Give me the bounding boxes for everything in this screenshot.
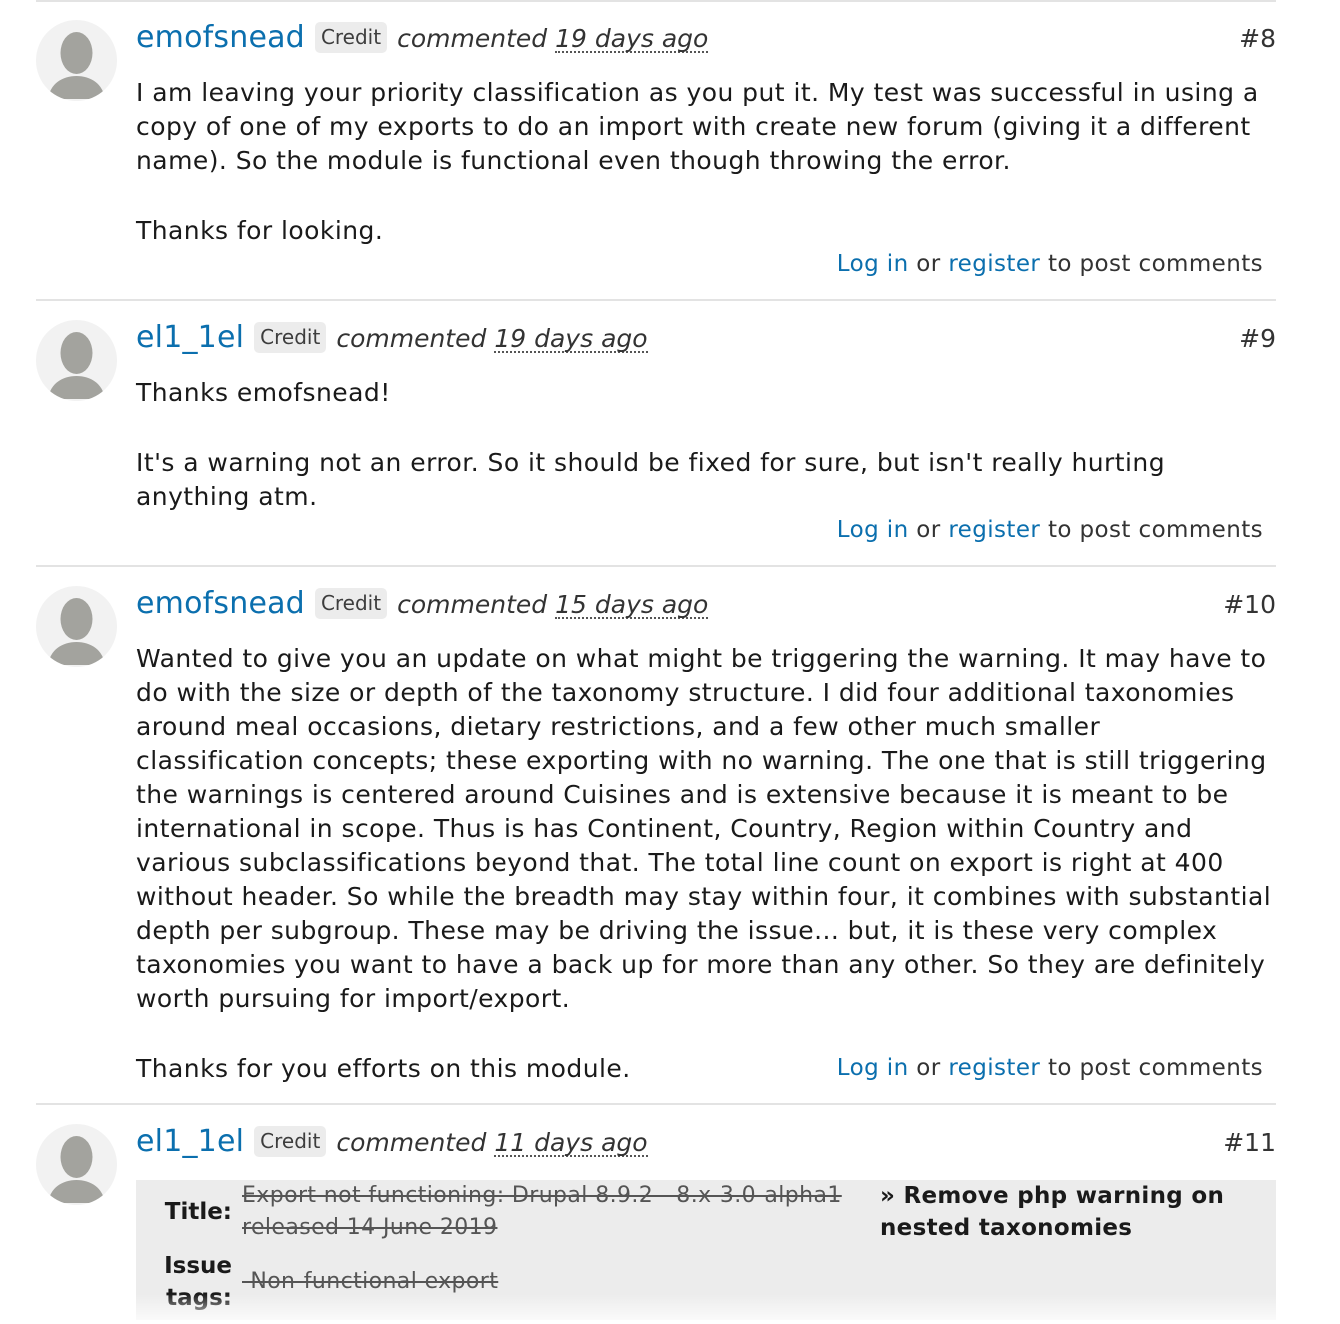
register-link[interactable]: register — [948, 251, 1040, 277]
comment-9: el1_1el Credit commented 19 days ago #9 … — [36, 320, 1276, 566]
comment-verb: commented — [397, 590, 548, 619]
avatar[interactable] — [36, 20, 117, 101]
avatar[interactable] — [36, 586, 117, 667]
comment-paragraph: Thanks for looking. — [136, 216, 384, 245]
comment-number[interactable]: #9 — [1239, 324, 1276, 353]
comment-paragraph: Wanted to give you an update on what mig… — [136, 644, 1272, 1013]
comment-paragraph: I am leaving your priority classificatio… — [136, 78, 1259, 175]
post-comments-links: Log in or register to post comments — [837, 1055, 1263, 1081]
or-text: or — [916, 251, 941, 277]
author-link[interactable]: el1_1el — [136, 1124, 244, 1159]
credit-badge[interactable]: Credit — [254, 1126, 327, 1157]
divider — [36, 0, 1276, 2]
author-link[interactable]: el1_1el — [136, 320, 244, 355]
comment-verb: commented — [397, 24, 548, 53]
login-link[interactable]: Log in — [837, 251, 909, 277]
old-title: Export not functioning: Drupal 8.9.2 - 8… — [242, 1183, 842, 1240]
comment-time: 19 days ago — [494, 324, 648, 353]
comment-body: I am leaving your priority classificatio… — [136, 76, 1276, 248]
divider — [36, 1103, 1276, 1105]
register-link[interactable]: register — [948, 517, 1040, 543]
comment-paragraph: It's a warning not an error. So it shoul… — [136, 448, 1166, 511]
comment-header: emofsnead Credit commented 19 days ago — [136, 20, 709, 60]
avatar[interactable] — [36, 320, 117, 401]
login-link[interactable]: Log in — [837, 1055, 909, 1081]
divider — [36, 565, 1276, 567]
author-link[interactable]: emofsnead — [136, 586, 305, 621]
issue-tags-label: Issue tags: — [164, 1253, 232, 1311]
user-silhouette-icon — [48, 598, 105, 665]
removed-tag: -Non-functional export — [242, 1269, 499, 1294]
or-text: or — [916, 517, 941, 543]
comment-time: 11 days ago — [494, 1128, 648, 1157]
comment-header: el1_1el Credit commented 19 days ago — [136, 320, 648, 360]
issue-changes-table: Title: Export not functioning: Drupal 8.… — [136, 1180, 1276, 1320]
post-comments-links: Log in or register to post comments — [837, 517, 1263, 543]
comment-number[interactable]: #8 — [1239, 24, 1276, 53]
credit-badge[interactable]: Credit — [314, 22, 388, 53]
post-comments-text: to post comments — [1047, 517, 1263, 543]
post-comments-text: to post comments — [1047, 1055, 1263, 1081]
comment-8: emofsnead Credit commented 19 days ago #… — [36, 20, 1276, 300]
title-label: Title: — [164, 1199, 232, 1225]
author-link[interactable]: emofsnead — [136, 20, 305, 55]
user-silhouette-icon — [48, 1136, 105, 1203]
credit-badge[interactable]: Credit — [254, 322, 327, 353]
comment-body: Thanks emofsnead! It's a warning not an … — [136, 376, 1276, 514]
credit-badge[interactable]: Credit — [314, 588, 388, 619]
user-silhouette-icon — [48, 32, 105, 99]
login-link[interactable]: Log in — [837, 517, 909, 543]
comment-verb: commented — [336, 324, 487, 353]
new-title: » Remove php warning on nested taxonomie… — [880, 1183, 1225, 1241]
user-silhouette-icon — [48, 332, 105, 399]
comment-verb: commented — [336, 1128, 487, 1157]
comment-10: emofsnead Credit commented 15 days ago #… — [36, 586, 1276, 1104]
comment-paragraph: Thanks emofsnead! — [136, 378, 391, 407]
comment-11: el1_1el Credit commented 11 days ago #11… — [36, 1124, 1276, 1324]
divider — [36, 299, 1276, 301]
comment-number[interactable]: #11 — [1223, 1128, 1276, 1157]
avatar[interactable] — [36, 1124, 117, 1205]
register-link[interactable]: register — [948, 1055, 1040, 1081]
or-text: or — [916, 1055, 941, 1081]
comment-number[interactable]: #10 — [1223, 590, 1276, 619]
comment-body: Wanted to give you an update on what mig… — [136, 642, 1276, 1086]
post-comments-links: Log in or register to post comments — [837, 251, 1263, 277]
comment-header: el1_1el Credit commented 11 days ago — [136, 1124, 648, 1164]
comment-header: emofsnead Credit commented 15 days ago — [136, 586, 709, 626]
comment-time: 19 days ago — [555, 24, 709, 53]
comment-time: 15 days ago — [555, 590, 709, 619]
post-comments-text: to post comments — [1047, 251, 1263, 277]
